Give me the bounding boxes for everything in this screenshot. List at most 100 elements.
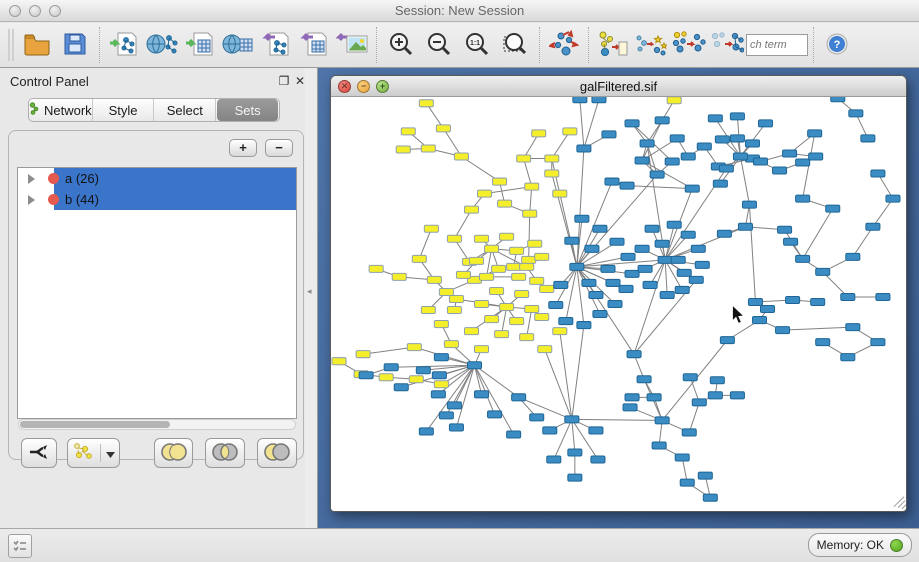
graph-node — [784, 238, 798, 245]
panel-splitter[interactable]: ◂ — [305, 68, 318, 528]
graph-node — [434, 321, 448, 328]
zoom-out-button[interactable] — [420, 26, 458, 64]
graph-node — [816, 268, 830, 275]
graph-node — [667, 221, 681, 228]
graph-node — [816, 339, 830, 346]
graph-node — [444, 341, 458, 348]
graph-node — [695, 261, 709, 268]
scrollbar-thumb[interactable] — [20, 421, 170, 428]
graph-node — [708, 392, 722, 399]
import-network-url-button[interactable] — [143, 26, 181, 64]
import-table-file-button[interactable] — [181, 26, 219, 64]
graph-node — [849, 110, 863, 117]
task-history-button[interactable] — [8, 534, 32, 558]
export-image-icon — [336, 31, 368, 60]
export-table-button[interactable] — [295, 26, 333, 64]
graph-node — [535, 314, 549, 321]
graph-node — [464, 206, 478, 213]
network-tab-icon — [29, 102, 40, 118]
graph-node — [691, 245, 705, 252]
add-set-button[interactable]: + — [229, 139, 257, 157]
collapse-handle-icon[interactable]: ◂ — [307, 286, 312, 297]
tab-network[interactable]: Network — [29, 99, 93, 121]
graph-node — [640, 140, 654, 147]
graph-node — [592, 97, 606, 103]
control-panel-title: Control Panel — [10, 74, 276, 89]
graph-node — [498, 200, 512, 207]
difference-button[interactable] — [257, 438, 297, 468]
new-network-from-selection-button[interactable] — [594, 26, 632, 64]
help-button[interactable]: ? — [825, 33, 849, 57]
export-network-button[interactable] — [257, 26, 295, 64]
open-session-button[interactable] — [18, 26, 56, 64]
tab-sets[interactable]: Sets — [217, 99, 278, 121]
graph-node — [434, 381, 448, 388]
open-icon — [23, 32, 51, 59]
network-view-window[interactable]: ✕ − + galFiltered.sif — [330, 75, 907, 512]
graph-node — [439, 412, 453, 419]
network-canvas[interactable] — [331, 97, 906, 511]
toolbar-separator — [99, 27, 100, 63]
import-table-url-icon — [222, 31, 254, 60]
graph-node — [549, 301, 563, 308]
expand-arrow-icon[interactable] — [28, 195, 35, 205]
graph-node — [808, 130, 822, 137]
graph-node — [575, 215, 589, 222]
graph-node — [811, 298, 825, 305]
intersection-button[interactable] — [205, 438, 245, 468]
union-button[interactable] — [154, 438, 194, 468]
toolbar-grip[interactable] — [8, 29, 14, 61]
graph-node — [602, 131, 616, 138]
set-row-b[interactable]: b (44) — [18, 189, 296, 210]
graph-node — [535, 253, 549, 260]
save-session-button[interactable] — [56, 26, 94, 64]
create-network-combo-button[interactable] — [67, 438, 119, 468]
remove-set-button[interactable]: − — [265, 139, 293, 157]
export-image-button[interactable] — [333, 26, 371, 64]
show-hidden-button[interactable] — [708, 26, 746, 64]
status-bar: Memory: OK — [0, 528, 919, 562]
memory-status-label: Memory: OK — [817, 538, 884, 552]
apply-layout-button[interactable] — [545, 26, 583, 64]
float-panel-button[interactable]: ❐ — [276, 73, 292, 89]
graph-node — [625, 394, 639, 401]
graph-node — [635, 245, 649, 252]
graph-node — [568, 449, 582, 456]
hide-selected-button[interactable] — [670, 26, 708, 64]
graph-node — [396, 146, 410, 153]
graph-node — [841, 293, 855, 300]
zoom-selected-button[interactable] — [496, 26, 534, 64]
import-network-file-button[interactable] — [105, 26, 143, 64]
search-input[interactable] — [746, 34, 808, 56]
graph-node — [568, 474, 582, 481]
graph-node — [738, 223, 752, 230]
tab-select[interactable]: Select — [154, 99, 216, 121]
import-table-url-button[interactable] — [219, 26, 257, 64]
zoom-actual-size-button[interactable]: 1:1 — [458, 26, 496, 64]
graph-node — [683, 374, 697, 381]
control-panel-tabbar: Network Style Select Sets — [28, 98, 280, 122]
memory-status[interactable]: Memory: OK — [808, 533, 912, 557]
network-window-titlebar[interactable]: ✕ − + galFiltered.sif — [331, 76, 906, 97]
graph-node — [645, 225, 659, 232]
expand-arrow-icon[interactable] — [28, 174, 35, 184]
resize-grip-icon[interactable] — [894, 497, 906, 509]
graph-node — [543, 427, 557, 434]
split-sets-button[interactable] — [21, 438, 57, 468]
set-row-a[interactable]: a (26) — [18, 168, 296, 189]
graph-node — [424, 225, 438, 232]
network-canvas-container[interactable] — [331, 97, 906, 511]
graph-node — [703, 494, 717, 501]
graph-node — [652, 442, 666, 449]
graph-node — [464, 328, 478, 335]
horizontal-scrollbar[interactable] — [18, 419, 296, 430]
select-first-neighbors-button[interactable] — [632, 26, 670, 64]
chevron-down-icon — [106, 446, 115, 461]
graph-node — [783, 150, 797, 157]
graph-node — [748, 298, 762, 305]
tab-style[interactable]: Style — [93, 99, 155, 121]
graph-node — [474, 235, 488, 242]
graph-node — [776, 327, 790, 334]
zoom-in-button[interactable] — [382, 26, 420, 64]
graph-node — [593, 225, 607, 232]
